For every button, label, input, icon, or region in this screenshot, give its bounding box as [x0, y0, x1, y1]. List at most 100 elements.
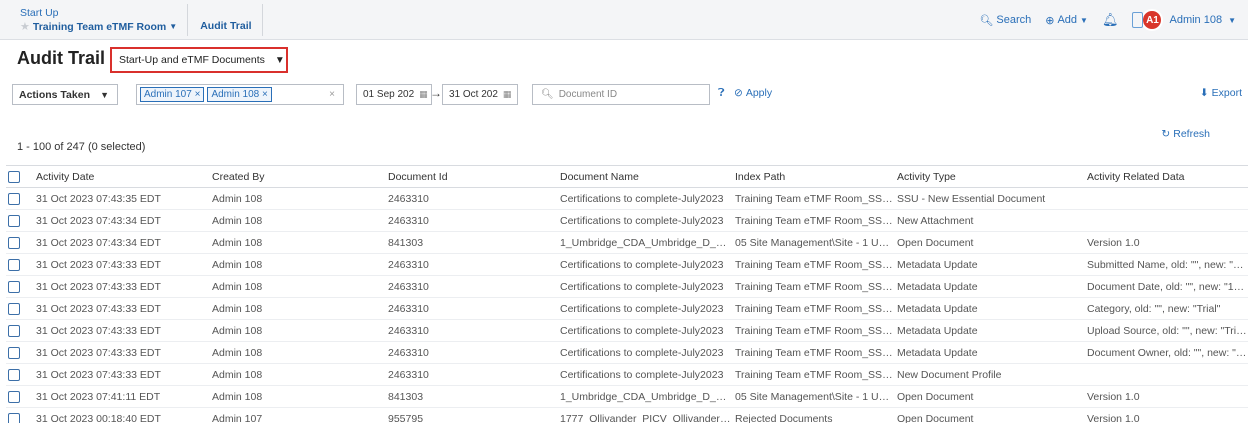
breadcrumb-room[interactable]: Start Up ★ Training Team eTMF Room ▼ — [8, 4, 189, 36]
calendar-icon[interactable]: ▦ — [503, 89, 512, 100]
breadcrumb-audit-label[interactable]: Audit Trail — [200, 19, 251, 33]
user-tag[interactable]: Admin 107 × — [140, 87, 205, 102]
table-cell: Admin 108 — [208, 297, 384, 320]
table-row[interactable]: 31 Oct 2023 07:43:33 EDT Admin 108 2463310… — [6, 297, 1248, 320]
table-row[interactable]: 31 Oct 2023 07:43:33 EDT Admin 108 2463310… — [6, 319, 1248, 342]
table-cell: Certifications to complete-July2023 — [556, 297, 731, 320]
table-cell: Admin 108 — [208, 209, 384, 232]
table-cell: Training Team eTMF Room_SSUFol... — [731, 319, 893, 342]
table-cell: 1_Umbridge_CDA_Umbridge_D_20... — [556, 385, 731, 408]
table-cell: Training Team eTMF Room_SSUFol... — [731, 209, 893, 232]
column-header[interactable]: Activity Type — [893, 165, 1083, 188]
row-checkbox[interactable] — [8, 412, 20, 423]
breadcrumb: Start Up ★ Training Team eTMF Room ▼ Aud… — [8, 4, 263, 36]
document-type-select[interactable]: Start-Up and eTMF Documents ▼ — [110, 47, 288, 73]
bell-icon[interactable]: 🔔︎ — [1102, 12, 1119, 28]
table-cell: 841303 — [384, 385, 556, 408]
table-row[interactable]: 31 Oct 2023 00:18:40 EDT Admin 107 955795 1… — [6, 407, 1248, 423]
clear-icon[interactable]: × — [329, 89, 335, 100]
row-checkbox[interactable] — [8, 368, 20, 381]
table-cell: 05 Site Management\Site - 1 Umbri... — [731, 231, 893, 254]
table-cell: Certifications to complete-July2023 — [556, 209, 731, 232]
row-checkbox[interactable] — [8, 236, 20, 249]
table-cell: Metadata Update — [893, 275, 1083, 298]
table-cell: Certifications to complete-July2023 — [556, 363, 731, 386]
search-icon: 🔍︎ — [979, 14, 994, 27]
actions-taken-select[interactable]: Actions Taken ▼ — [12, 84, 118, 105]
table-cell: Training Team eTMF Room_SSUFol... — [731, 187, 893, 210]
table-cell: Certifications to complete-July2023 — [556, 187, 731, 210]
row-checkbox[interactable] — [8, 324, 20, 337]
table-cell: Rejected Documents — [731, 407, 893, 423]
table-cell: Certifications to complete-July2023 — [556, 341, 731, 364]
row-checkbox[interactable] — [8, 214, 20, 227]
table-cell: Version 1.0 — [1083, 385, 1248, 408]
table-cell: 2463310 — [384, 297, 556, 320]
table-cell: 31 Oct 2023 07:43:33 EDT — [32, 319, 208, 342]
column-header[interactable]: Document Name — [556, 165, 731, 188]
table-cell: Document Owner, old: "", new: "Ad... — [1083, 341, 1248, 364]
table-row[interactable]: 31 Oct 2023 07:43:33 EDT Admin 108 2463310… — [6, 275, 1248, 298]
search-button[interactable]: 🔍︎ Search — [979, 14, 1031, 27]
export-button[interactable]: ⬇ Export — [1200, 87, 1242, 99]
document-id-input[interactable]: 🔍︎ Document ID — [532, 84, 710, 105]
table-cell: Admin 107 — [208, 407, 384, 423]
column-header[interactable]: Document Id — [384, 165, 556, 188]
table-cell: Upload Source, old: "", new: "Trial I... — [1083, 319, 1248, 342]
table-cell: 2463310 — [384, 341, 556, 364]
table-cell: Admin 108 — [208, 363, 384, 386]
help-icon[interactable]: ❓︎ — [718, 87, 725, 100]
audit-table: Activity Date Created By Document Id Doc… — [6, 165, 1248, 423]
chevron-down-icon[interactable]: ▼ — [169, 20, 177, 34]
top-bar: Start Up ★ Training Team eTMF Room ▼ Aud… — [0, 0, 1248, 40]
column-header[interactable]: Index Path — [731, 165, 893, 188]
chevron-down-icon[interactable]: ▼ — [1228, 16, 1236, 25]
select-all-checkbox[interactable] — [8, 170, 20, 183]
star-icon[interactable]: ★ — [20, 20, 30, 34]
table-cell: Open Document — [893, 407, 1083, 423]
table-row[interactable]: 31 Oct 2023 07:43:33 EDT Admin 108 2463310… — [6, 253, 1248, 276]
row-checkbox[interactable] — [8, 302, 20, 315]
table-cell: Metadata Update — [893, 297, 1083, 320]
table-cell: New Document Profile — [893, 363, 1083, 386]
user-tag[interactable]: Admin 108 × — [207, 87, 272, 102]
mobile-icon[interactable] — [1132, 12, 1144, 28]
user-filter-input[interactable]: Admin 107 × Admin 108 × × — [136, 84, 344, 105]
table-cell: Version 1.0 — [1083, 407, 1248, 423]
chevron-down-icon: ▼ — [100, 89, 109, 100]
column-header[interactable]: Activity Date — [32, 165, 208, 188]
breadcrumb-audit-trail[interactable]: Audit Trail — [188, 4, 263, 36]
column-header[interactable]: Created By — [208, 165, 384, 188]
chevron-down-icon: ▼ — [1080, 15, 1088, 25]
column-header[interactable]: Activity Related Data — [1083, 165, 1248, 188]
breadcrumb-room-top[interactable]: Start Up — [20, 7, 177, 20]
row-checkbox[interactable] — [8, 192, 20, 205]
table-cell: 31 Oct 2023 07:43:33 EDT — [32, 363, 208, 386]
row-checkbox[interactable] — [8, 390, 20, 403]
table-row[interactable]: 31 Oct 2023 07:43:33 EDT Admin 108 2463310… — [6, 363, 1248, 386]
apply-button[interactable]: ⊘ Apply — [734, 87, 772, 99]
table-row[interactable]: 31 Oct 2023 07:43:33 EDT Admin 108 2463310… — [6, 341, 1248, 364]
row-checkbox[interactable] — [8, 258, 20, 271]
refresh-button[interactable]: ↻ Refresh — [1161, 128, 1210, 140]
user-menu[interactable]: A1 Admin 108 ▼ — [1132, 9, 1236, 31]
add-button[interactable]: ⊕ Add ▼ — [1045, 14, 1088, 27]
table-row[interactable]: 31 Oct 2023 07:43:34 EDT Admin 108 2463310… — [6, 209, 1248, 232]
calendar-icon[interactable]: ▦ — [419, 89, 428, 100]
table-cell: 31 Oct 2023 07:43:33 EDT — [32, 253, 208, 276]
table-row[interactable]: 31 Oct 2023 07:43:34 EDT Admin 108 841303 1… — [6, 231, 1248, 254]
table-cell: 2463310 — [384, 253, 556, 276]
breadcrumb-room-label[interactable]: Training Team eTMF Room — [33, 20, 166, 34]
date-from-input[interactable]: 01 Sep 202 ▦ — [356, 84, 432, 105]
avatar[interactable]: A1 — [1141, 9, 1164, 31]
table-cell: 31 Oct 2023 00:18:40 EDT — [32, 407, 208, 423]
table-cell: Submitted Name, old: "", new: "Cer... — [1083, 253, 1248, 276]
user-name[interactable]: Admin 108 — [1169, 14, 1222, 26]
row-checkbox[interactable] — [8, 346, 20, 359]
download-icon: ⬇ — [1199, 87, 1209, 99]
table-cell: Training Team eTMF Room_SSUFol... — [731, 341, 893, 364]
table-row[interactable]: 31 Oct 2023 07:41:11 EDT Admin 108 841303 1… — [6, 385, 1248, 408]
row-checkbox[interactable] — [8, 280, 20, 293]
table-row[interactable]: 31 Oct 2023 07:43:35 EDT Admin 108 2463310… — [6, 187, 1248, 210]
date-to-input[interactable]: 31 Oct 202 ▦ — [442, 84, 518, 105]
